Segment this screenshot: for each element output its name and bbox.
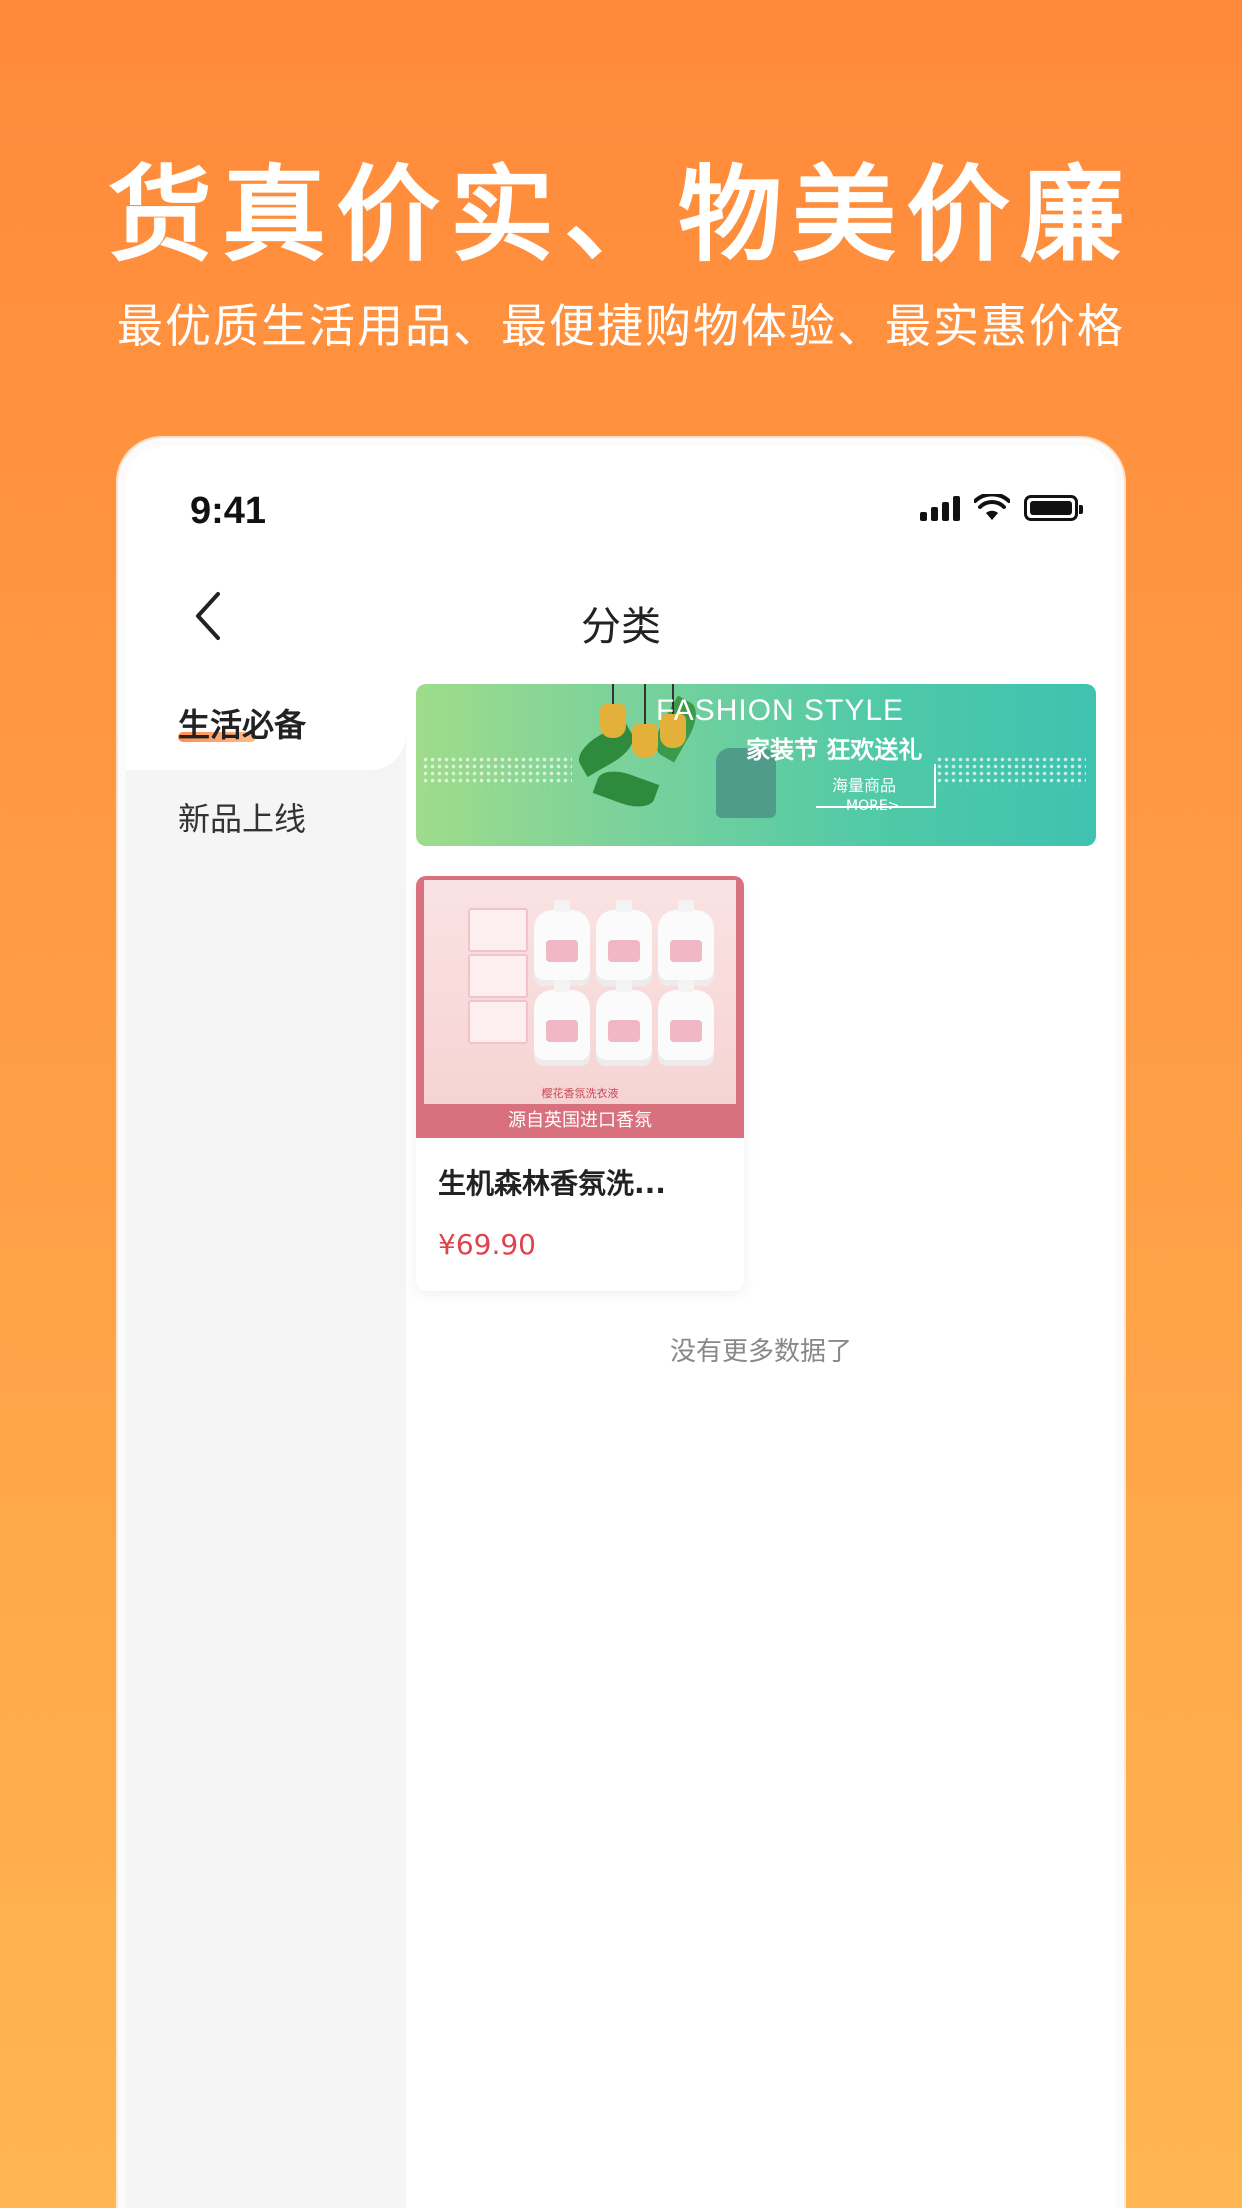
lamp-cord — [612, 684, 614, 704]
bottle — [658, 980, 714, 1066]
sidebar-item-new-arrivals[interactable]: 新品上线 — [126, 770, 406, 864]
bottle — [534, 980, 590, 1066]
product-image-caption: 源自英国进口香氛 — [416, 1104, 744, 1138]
wifi-icon — [974, 494, 1010, 520]
status-time: 9:41 — [190, 490, 267, 532]
battery-icon — [1024, 495, 1083, 521]
banner-subtitle: 家装节 狂欢送礼 — [746, 736, 923, 764]
status-bar: 9:41 — [126, 446, 1116, 566]
bottle — [658, 900, 714, 986]
lamp-cord — [644, 684, 646, 724]
sidebar-item-essentials[interactable]: 生活必备 — [126, 676, 406, 770]
soap-box — [468, 908, 528, 952]
lamp-decoration — [632, 724, 658, 758]
bottle — [596, 980, 652, 1066]
banner-dots-right — [936, 756, 1086, 786]
promo-headline: 货真价实、物美价廉 — [107, 154, 1134, 276]
product-name: 生机森林香氛洗... — [438, 1167, 666, 1200]
signal-icon — [920, 495, 960, 521]
banner-dots-left — [422, 756, 572, 786]
product-image-scene — [424, 880, 736, 1106]
promo-subline: 最优质生活用品、最便捷购物体验、最实惠价格 — [117, 299, 1125, 353]
nav-bar: 分类 — [126, 566, 1116, 676]
banner-title: FASHION STYLE — [656, 694, 905, 727]
banner-tag: 海量商品 — [832, 776, 897, 795]
category-content: FASHION STYLE 家装节 狂欢送礼 海量商品 MORE> 樱花香氛洗衣… — [416, 684, 1106, 1368]
no-more-data: 没有更多数据了 — [669, 1337, 852, 1367]
lamp-decoration — [600, 704, 626, 738]
category-sidebar: 生活必备 新品上线 — [126, 676, 406, 2208]
leaf-decoration — [592, 764, 660, 814]
product-image-subcaption: 樱花香氛洗衣液 — [541, 1087, 619, 1100]
sidebar-item-label: 新品上线 — [178, 800, 307, 838]
banner-more-link: MORE> — [846, 798, 900, 814]
soap-box — [468, 1000, 528, 1044]
product-price: ¥69.90 — [438, 1228, 536, 1261]
sidebar-item-label: 生活必备 — [178, 706, 307, 744]
product-card[interactable]: 樱花香氛洗衣液 源自英国进口香氛 生机森林香氛洗... ¥69.90 — [416, 876, 744, 1291]
soap-box — [468, 954, 528, 998]
phone-mockup: 9:41 分类 生活必备 新品上线 FASHION STYLE 家装节 狂欢送礼… — [118, 438, 1124, 2208]
bottle — [534, 900, 590, 986]
status-icons — [920, 494, 1083, 522]
bottle — [596, 900, 652, 986]
promo-banner[interactable]: FASHION STYLE 家装节 狂欢送礼 海量商品 MORE> — [416, 684, 1096, 846]
page-title: 分类 — [581, 604, 661, 650]
product-image: 樱花香氛洗衣液 源自英国进口香氛 — [416, 876, 744, 1138]
